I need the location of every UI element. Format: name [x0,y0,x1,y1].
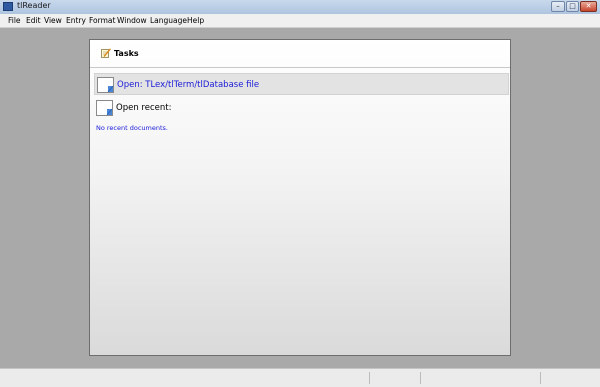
status-separator [420,372,421,384]
app-icon [3,2,13,11]
window-title: tlReader [17,1,51,10]
status-separator [540,372,541,384]
open-recent-label: Open recent: [116,103,172,113]
menu-view[interactable]: View [44,16,62,25]
document-icon [96,100,113,116]
open-file-link[interactable]: Open: TLex/tlTerm/tlDatabase file [117,80,259,90]
document-icon [97,77,114,93]
menu-bar: File Edit View Entry Format Window Langu… [0,14,600,28]
menu-help[interactable]: Help [187,16,204,25]
menu-file[interactable]: File [8,16,21,25]
maximize-button[interactable]: □ [566,1,579,12]
pencil-notepad-icon [101,48,111,58]
menu-window[interactable]: Window [117,16,147,25]
close-button[interactable]: ✕ [580,1,597,12]
status-separator [369,372,370,384]
menu-language[interactable]: Language [150,16,187,25]
status-bar [0,368,600,387]
open-recent-task: Open recent: [94,97,509,119]
tasks-panel-header: Tasks [90,40,510,68]
no-recent-documents: No recent documents. [96,124,168,132]
open-file-task[interactable]: Open: TLex/tlTerm/tlDatabase file [94,73,509,95]
minimize-button[interactable]: – [551,1,565,12]
menu-format[interactable]: Format [89,16,115,25]
tasks-title: Tasks [114,49,139,58]
title-bar: tlReader – □ ✕ [0,0,600,14]
tasks-panel: Tasks Open: TLex/tlTerm/tlDatabase file … [89,39,511,356]
menu-entry[interactable]: Entry [66,16,86,25]
menu-edit[interactable]: Edit [26,16,41,25]
